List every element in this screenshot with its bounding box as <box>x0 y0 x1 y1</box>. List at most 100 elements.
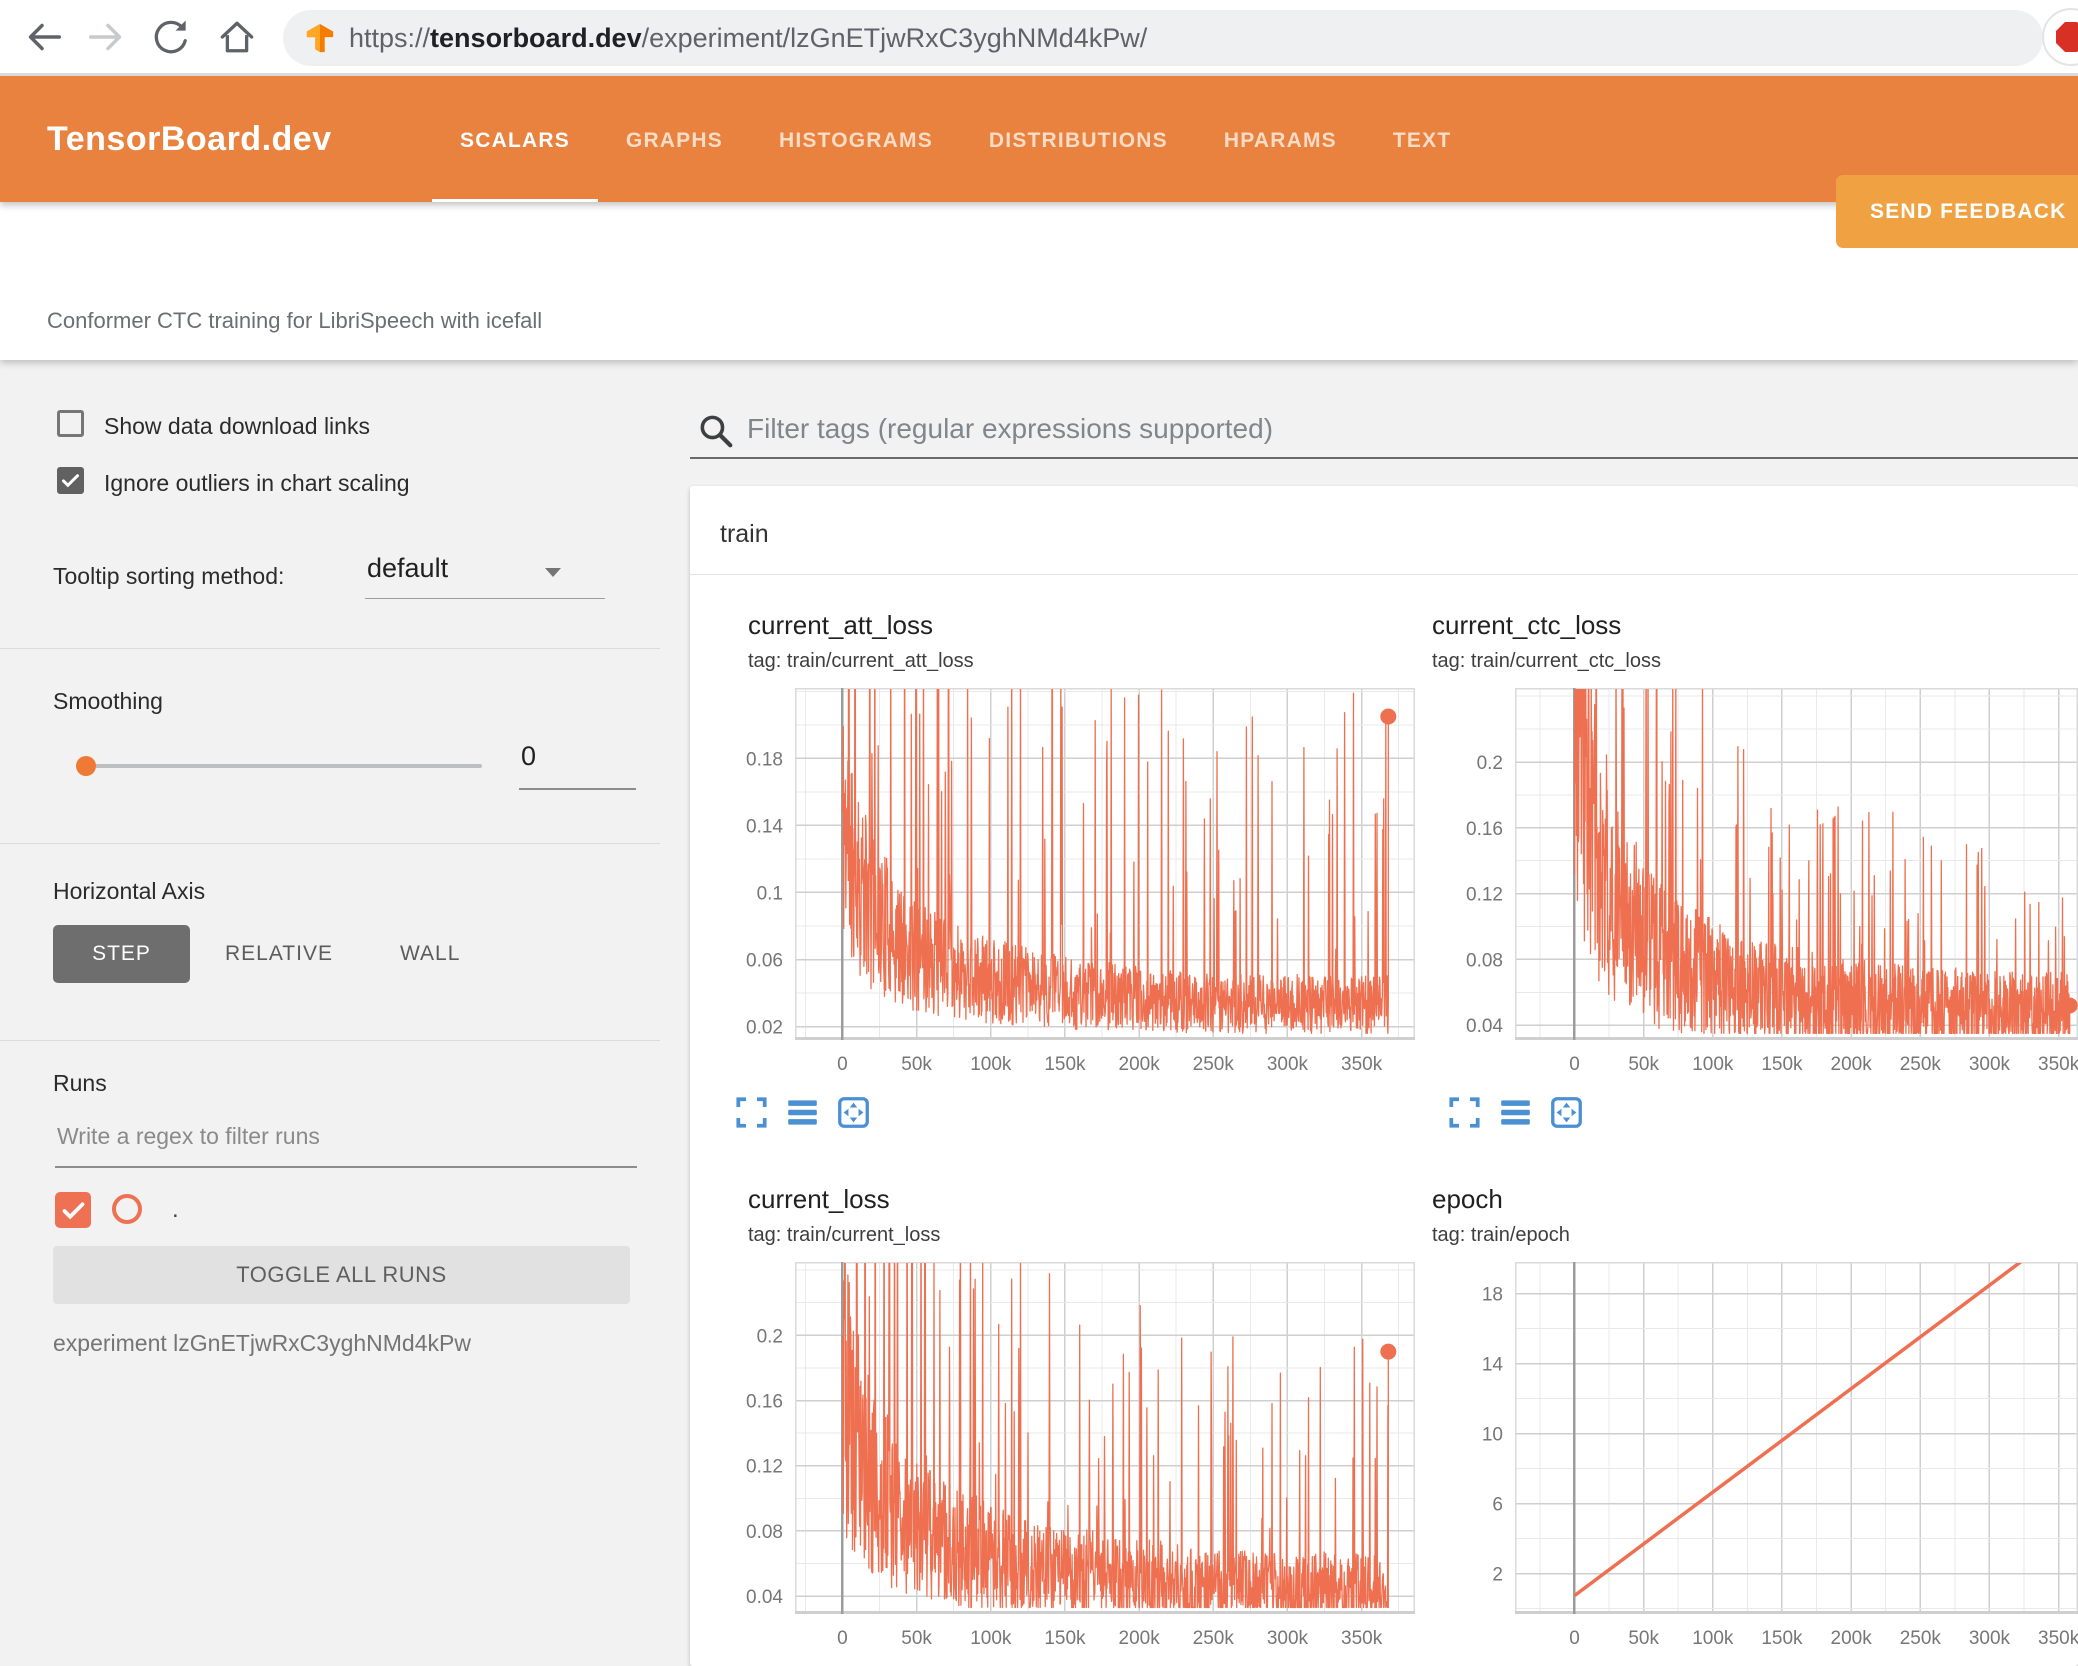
tensorboard-page: https://tensorboard.dev/experiment/lzGnE… <box>0 0 2078 1666</box>
chart-canvas-current-att-loss[interactable]: 0.02 0.06 0.1 0.14 0.18 0 50k 100k 150k 200k 250k 3… <box>725 688 1415 1080</box>
smoothing-slider-track[interactable] <box>80 764 482 768</box>
ignore-outliers-checkbox[interactable] <box>57 467 84 494</box>
fit-domain-icon[interactable] <box>1550 1096 1583 1129</box>
svg-text:200k: 200k <box>1831 1054 1873 1075</box>
tab-text[interactable]: TEXT <box>1365 76 1479 202</box>
chart-canvas-epoch[interactable]: 2 6 10 14 18 0 50k 100k 150k 200k 250k 300k 350k <box>1445 1262 2078 1654</box>
svg-text:50k: 50k <box>1628 1054 1659 1075</box>
svg-text:300k: 300k <box>1267 1054 1309 1075</box>
svg-text:0.08: 0.08 <box>1466 950 1503 971</box>
show-download-links-checkbox[interactable] <box>57 410 84 437</box>
smoothing-slider-thumb[interactable] <box>76 756 96 776</box>
svg-text:350k: 350k <box>1341 1628 1383 1649</box>
svg-text:250k: 250k <box>1900 1628 1942 1649</box>
svg-text:300k: 300k <box>1267 1628 1309 1649</box>
tab-histograms[interactable]: HISTOGRAMS <box>751 76 961 202</box>
tab-scalars[interactable]: SCALARS <box>432 76 598 202</box>
run-color-swatch[interactable] <box>112 1194 142 1224</box>
browser-toolbar: https://tensorboard.dev/experiment/lzGnE… <box>0 0 2078 76</box>
axis-option-wall[interactable]: WALL <box>400 942 460 966</box>
svg-text:0.2: 0.2 <box>757 1326 783 1347</box>
tab-hparams[interactable]: HPARAMS <box>1196 76 1365 202</box>
svg-text:0.12: 0.12 <box>746 1457 783 1478</box>
svg-text:250k: 250k <box>1900 1054 1942 1075</box>
checkmark-icon <box>62 1201 84 1219</box>
smoothing-label: Smoothing <box>53 688 163 714</box>
toggle-all-runs-button[interactable]: TOGGLE ALL RUNS <box>53 1246 630 1304</box>
browser-home-button[interactable] <box>212 12 262 62</box>
svg-text:2: 2 <box>1492 1565 1503 1586</box>
chart-title-current-loss: current_loss <box>748 1184 890 1214</box>
axis-option-relative[interactable]: RELATIVE <box>225 942 333 966</box>
chart-title-current-att-loss: current_att_loss <box>748 610 933 640</box>
svg-text:0.12: 0.12 <box>1466 885 1503 906</box>
svg-text:0.14: 0.14 <box>746 816 783 837</box>
url-bar[interactable]: https://tensorboard.dev/experiment/lzGnE… <box>283 10 2043 66</box>
svg-text:0: 0 <box>837 1628 848 1649</box>
svg-text:150k: 150k <box>1761 1628 1803 1649</box>
svg-text:0.18: 0.18 <box>746 749 783 770</box>
runs-input-underline <box>55 1166 637 1168</box>
runs-regex-input[interactable] <box>55 1122 635 1151</box>
browser-forward-button[interactable] <box>82 12 132 62</box>
svg-text:100k: 100k <box>970 1054 1012 1075</box>
chevron-down-icon[interactable] <box>545 568 561 577</box>
chart-tag-current-loss: tag: train/current_loss <box>748 1224 941 1246</box>
experiment-id-text: experiment lzGnETjwRxC3yghNMd4kPw <box>53 1330 471 1356</box>
checkmark-icon <box>62 474 79 488</box>
toggle-y-axis-icon[interactable] <box>786 1096 819 1129</box>
divider <box>0 1040 660 1041</box>
svg-text:0.02: 0.02 <box>746 1018 783 1039</box>
tab-graphs[interactable]: GRAPHS <box>598 76 751 202</box>
send-feedback-button[interactable]: SEND FEEDBACK <box>1836 175 2078 248</box>
show-download-links-label: Show data download links <box>104 413 370 439</box>
search-icon <box>700 415 733 448</box>
fit-domain-icon[interactable] <box>837 1096 870 1129</box>
svg-text:100k: 100k <box>1692 1054 1734 1075</box>
train-section-header[interactable]: train <box>720 520 769 549</box>
chart-title-epoch: epoch <box>1432 1184 1503 1214</box>
svg-text:14: 14 <box>1482 1355 1504 1376</box>
svg-text:350k: 350k <box>2038 1054 2078 1075</box>
svg-text:100k: 100k <box>970 1628 1012 1649</box>
axis-option-step[interactable]: STEP <box>53 925 190 983</box>
divider <box>0 648 660 649</box>
dropdown-underline <box>365 598 605 599</box>
expand-chart-icon[interactable] <box>1448 1096 1481 1129</box>
tab-distributions[interactable]: DISTRIBUTIONS <box>961 76 1196 202</box>
browser-extension-button[interactable] <box>2042 8 2078 66</box>
svg-text:350k: 350k <box>2038 1628 2078 1649</box>
svg-text:0.04: 0.04 <box>746 1587 783 1608</box>
svg-text:0: 0 <box>1569 1628 1580 1649</box>
url-text: https://tensorboard.dev/experiment/lzGnE… <box>349 22 1148 53</box>
svg-text:0.16: 0.16 <box>746 1392 783 1413</box>
reload-icon <box>154 20 187 54</box>
svg-text:0.06: 0.06 <box>746 951 783 972</box>
browser-back-button[interactable] <box>18 12 68 62</box>
header-tabs: SCALARS GRAPHS HISTOGRAMS DISTRIBUTIONS HPAR… <box>432 76 1479 202</box>
ignore-outliers-label: Ignore outliers in chart scaling <box>104 470 410 496</box>
svg-text:50k: 50k <box>901 1628 932 1649</box>
svg-text:250k: 250k <box>1193 1054 1235 1075</box>
chart-canvas-current-loss[interactable]: 0.04 0.08 0.12 0.16 0.2 0 50k 100k 150k 200k 250k 3… <box>725 1262 1415 1654</box>
tooltip-sorting-dropdown[interactable]: default <box>367 553 448 584</box>
svg-text:0.04: 0.04 <box>1466 1016 1503 1037</box>
toggle-y-axis-icon[interactable] <box>1499 1096 1532 1129</box>
svg-text:150k: 150k <box>1044 1628 1086 1649</box>
smoothing-value-underline <box>519 788 636 790</box>
tooltip-sorting-label: Tooltip sorting method: <box>53 563 285 589</box>
svg-text:50k: 50k <box>1628 1628 1659 1649</box>
browser-reload-button[interactable] <box>146 12 196 62</box>
section-header-divider <box>690 574 2078 575</box>
run-visibility-checkbox[interactable] <box>55 1192 91 1228</box>
expand-chart-icon[interactable] <box>735 1096 768 1129</box>
tensorboard-logo[interactable]: TensorBoard.dev <box>47 76 332 202</box>
forward-arrow-icon <box>88 23 122 51</box>
svg-text:200k: 200k <box>1119 1054 1161 1075</box>
smoothing-value-input[interactable] <box>519 740 629 773</box>
svg-text:18: 18 <box>1482 1285 1503 1306</box>
chart-canvas-current-ctc-loss[interactable]: 0.04 0.08 0.12 0.16 0.2 0 50k 100k 150k 200k 250k 3… <box>1445 688 2078 1080</box>
svg-text:200k: 200k <box>1831 1628 1873 1649</box>
filter-tags-input[interactable] <box>745 412 1995 446</box>
divider <box>0 843 660 844</box>
